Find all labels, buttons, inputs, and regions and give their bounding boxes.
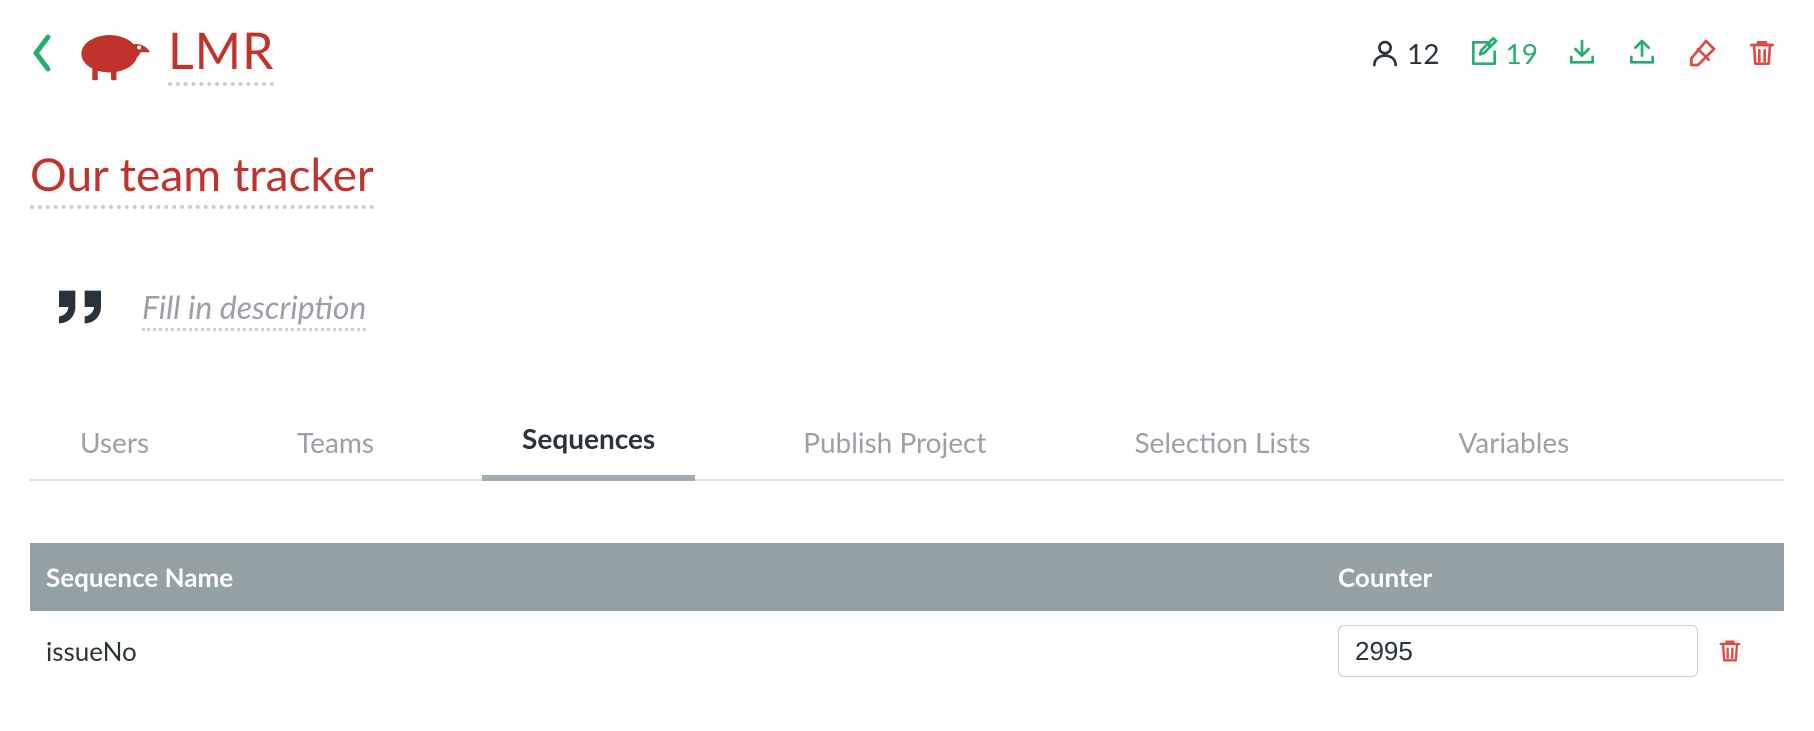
sequence-name-cell: issueNo [46, 635, 1338, 667]
page-title[interactable]: Our team tracker [30, 146, 374, 209]
upload-icon [1626, 37, 1658, 69]
description-block[interactable]: Fill in description [30, 279, 1784, 339]
users-count-stat[interactable]: 12 [1369, 36, 1439, 70]
trash-icon [1716, 636, 1744, 666]
tab-variables[interactable]: Variables [1418, 411, 1609, 479]
tab-users[interactable]: Users [40, 411, 189, 479]
quote-icon [52, 279, 108, 339]
download-icon [1566, 37, 1598, 69]
users-count-value: 12 [1407, 36, 1439, 70]
tab-teams[interactable]: Teams [257, 411, 414, 479]
row-delete-button[interactable] [1716, 636, 1744, 666]
download-button[interactable] [1566, 37, 1598, 69]
edits-count-stat[interactable]: 19 [1468, 36, 1538, 70]
app-header: LMR 12 19 [30, 14, 1784, 96]
kiwi-icon [72, 25, 150, 81]
table-header: Sequence Name Counter [30, 543, 1784, 611]
eraser-icon [1686, 37, 1718, 69]
upload-button[interactable] [1626, 37, 1658, 69]
tab-sequences[interactable]: Sequences [482, 407, 695, 481]
col-header-name: Sequence Name [46, 561, 1338, 593]
tabs-bar: Users Teams Sequences Publish Project Se… [30, 407, 1784, 481]
sequences-table: Sequence Name Counter issueNo [30, 543, 1784, 691]
edit-icon [1468, 37, 1500, 69]
trash-icon [1746, 37, 1778, 69]
tab-selection-lists[interactable]: Selection Lists [1094, 411, 1350, 479]
app-logo[interactable] [72, 25, 150, 81]
edits-count-value: 19 [1506, 36, 1538, 70]
back-button[interactable] [30, 31, 54, 75]
delete-button[interactable] [1746, 37, 1778, 69]
tab-publish-project[interactable]: Publish Project [763, 411, 1026, 479]
col-header-counter: Counter [1338, 561, 1768, 593]
chevron-left-icon [30, 31, 54, 75]
erase-button[interactable] [1686, 37, 1718, 69]
app-name[interactable]: LMR [168, 20, 274, 86]
counter-input[interactable] [1338, 625, 1698, 677]
user-icon [1369, 37, 1401, 69]
table-row: issueNo [30, 611, 1784, 691]
description-placeholder: Fill in description [142, 287, 366, 331]
